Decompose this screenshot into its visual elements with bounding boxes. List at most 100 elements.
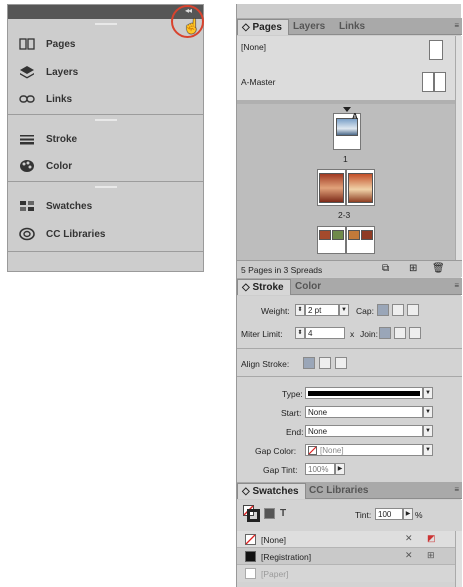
align-center-button[interactable] [303,357,315,369]
swatch-name: [Paper] [261,569,289,579]
trash-icon[interactable]: 🗑 [432,263,445,274]
tab-links[interactable]: Links [335,19,371,35]
join-label: Join: [360,329,378,339]
tab-cc-libraries[interactable]: CC Libraries [305,483,374,499]
panel-menu-icon[interactable]: ≡ [454,21,459,30]
page-5-photo [348,230,360,240]
tint-label: Tint: [355,510,372,520]
stroke-icon [16,131,38,147]
tab-layers[interactable]: Layers [289,19,331,35]
master-a[interactable]: A-Master [241,77,275,87]
swatch-row[interactable]: [Registration] ✕ ⊞ [237,548,455,565]
gap-tint-dropdown[interactable]: ▶ [335,463,345,475]
master-none[interactable]: [None] [241,42,266,52]
collapsed-panel-dock: ◂◂ Pages Layers Links Stroke Color Swatc… [7,4,204,272]
tab-swatches[interactable]: ◇ Swatches [237,483,306,499]
dock-item-links[interactable]: Links [16,88,196,110]
weight-stepper[interactable]: ⬍ [295,304,305,316]
tint-slider-button[interactable]: ▶ [403,508,413,520]
color-icon [16,158,38,174]
pages-panel-tabbar: ◇ Pages Layers Links ≡ [237,18,462,35]
none-swatch-icon [245,534,256,545]
miter-stepper[interactable]: ⬍ [295,327,305,339]
type-label: Type: [282,389,303,399]
weight-input[interactable]: 2 pt [305,304,339,316]
end-select[interactable]: None [305,425,423,437]
panel-group-grip[interactable] [95,23,117,25]
dock-item-swatches[interactable]: Swatches [16,195,196,217]
start-label: Start: [281,408,302,418]
master-none-thumbnail[interactable] [429,40,443,60]
divider [237,348,462,349]
start-dropdown[interactable]: ▼ [423,406,433,418]
formatting-text-button[interactable]: T [280,508,286,519]
dock-item-label: Color [46,160,73,172]
page-2-thumbnail[interactable] [317,169,346,206]
solid-line-preview [308,391,420,396]
round-cap-button[interactable] [392,304,404,316]
layers-icon [16,64,38,80]
tint-input[interactable]: 100 [375,508,403,520]
panel-menu-icon[interactable]: ≡ [454,281,459,290]
gap-color-select[interactable]: [None] [305,444,423,456]
gap-color-label: Gap Color: [255,446,297,456]
registration-swatch-chip [245,551,256,562]
page-number-label: 1 [343,154,348,164]
miter-join-button[interactable] [379,327,391,339]
gap-tint-input[interactable]: 100% [305,463,335,475]
weight-dropdown[interactable]: ▼ [339,304,349,316]
master-a-right-thumbnail[interactable] [434,72,446,92]
pages-icon [16,36,38,52]
dock-item-color[interactable]: Color [16,155,196,177]
page-1-thumbnail[interactable]: A [333,112,361,150]
align-outside-button[interactable] [335,357,347,369]
panel-group-grip[interactable] [95,119,117,121]
miter-limit-input[interactable]: 4 [305,327,345,339]
panel-menu-icon[interactable]: ≡ [454,485,459,494]
registration-icon: ⊞ [427,550,435,560]
swatch-row[interactable]: [Paper] [237,565,455,582]
page-4-thumbnail[interactable] [317,226,346,254]
dock-item-label: Swatches [46,200,93,212]
start-select[interactable]: None [305,406,423,418]
swatches-panel-body: T Tint: 100 ▶ % [None] ✕ ◩ [Registration… [237,500,462,587]
divider [237,376,462,377]
dock-item-cc-libraries[interactable]: CC Libraries [16,223,196,245]
masters-scrollbar[interactable] [455,36,462,104]
dock-divider [8,181,203,182]
tab-pages[interactable]: ◇ Pages [237,19,289,35]
tab-color[interactable]: Color [291,279,327,295]
panel-group-grip[interactable] [95,186,117,188]
pages-scrollbar[interactable] [455,104,462,260]
edit-page-size-icon[interactable]: ⧉ [382,263,389,274]
fill-stroke-icon[interactable] [243,505,260,522]
end-dropdown[interactable]: ▼ [423,425,433,437]
align-inside-button[interactable] [319,357,331,369]
dock-item-pages[interactable]: Pages [16,33,196,55]
projecting-cap-button[interactable] [407,304,419,316]
none-color-icon: ◩ [427,533,436,543]
masters-section: [None] A-Master [237,36,455,100]
page-5-thumbnail[interactable] [346,226,375,254]
master-a-left-thumbnail[interactable] [422,72,434,92]
swatches-scrollbar[interactable] [455,531,462,587]
bevel-join-button[interactable] [409,327,421,339]
swatch-row[interactable]: [None] ✕ ◩ [237,531,455,548]
tab-stroke[interactable]: ◇ Stroke [237,279,291,295]
round-join-button[interactable] [394,327,406,339]
stroke-panel-tabbar: ◇ Stroke Color ≡ [237,278,462,295]
end-label: End: [286,427,304,437]
stroke-type-select[interactable] [305,387,423,399]
butt-cap-button[interactable] [377,304,389,316]
gap-color-dropdown[interactable]: ▼ [423,444,433,456]
dock-item-stroke[interactable]: Stroke [16,128,196,150]
dock-item-label: Stroke [46,133,78,145]
new-page-icon[interactable]: ⊞ [409,263,417,274]
dock-item-layers[interactable]: Layers [16,61,196,83]
page-5-photo [361,230,373,240]
type-dropdown[interactable]: ▼ [423,387,433,399]
page-3-thumbnail[interactable] [346,169,375,206]
formatting-container-button[interactable] [264,508,275,519]
miter-x-label: x [350,329,355,339]
dock-item-label: Links [46,93,73,105]
